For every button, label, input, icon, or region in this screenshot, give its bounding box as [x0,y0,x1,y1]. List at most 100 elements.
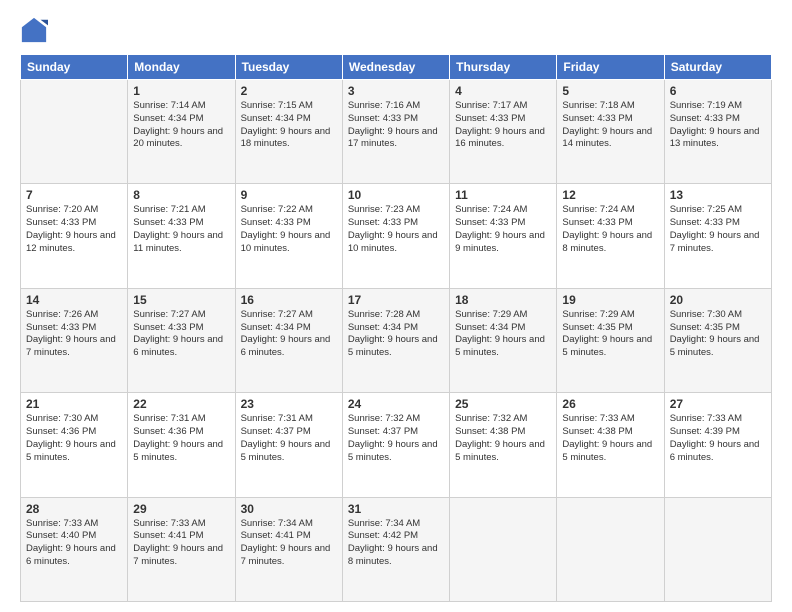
day-info: Sunrise: 7:27 AMSunset: 4:34 PMDaylight:… [241,309,337,360]
day-number: 17 [348,293,444,307]
day-number: 21 [26,397,122,411]
day-info: Sunrise: 7:15 AMSunset: 4:34 PMDaylight:… [241,100,337,151]
day-info: Sunrise: 7:27 AMSunset: 4:33 PMDaylight:… [133,309,229,360]
calendar-cell: 27 Sunrise: 7:33 AMSunset: 4:39 PMDayligh… [664,393,771,497]
day-number: 30 [241,502,337,516]
day-info: Sunrise: 7:23 AMSunset: 4:33 PMDaylight:… [348,204,444,255]
week-row-4: 21 Sunrise: 7:30 AMSunset: 4:36 PMDayligh… [21,393,772,497]
day-number: 9 [241,188,337,202]
calendar-cell: 30 Sunrise: 7:34 AMSunset: 4:41 PMDayligh… [235,497,342,601]
calendar-cell: 24 Sunrise: 7:32 AMSunset: 4:37 PMDayligh… [342,393,449,497]
day-number: 18 [455,293,551,307]
calendar: SundayMondayTuesdayWednesdayThursdayFrid… [20,54,772,602]
day-number: 23 [241,397,337,411]
calendar-cell [450,497,557,601]
day-info: Sunrise: 7:30 AMSunset: 4:36 PMDaylight:… [26,413,122,464]
day-info: Sunrise: 7:24 AMSunset: 4:33 PMDaylight:… [562,204,658,255]
day-info: Sunrise: 7:30 AMSunset: 4:35 PMDaylight:… [670,309,766,360]
day-info: Sunrise: 7:32 AMSunset: 4:37 PMDaylight:… [348,413,444,464]
week-row-1: 1Sunrise: 7:14 AMSunset: 4:34 PMDaylight… [21,80,772,184]
day-number: 26 [562,397,658,411]
week-row-3: 14 Sunrise: 7:26 AMSunset: 4:33 PMDayligh… [21,288,772,392]
day-info: Sunrise: 7:25 AMSunset: 4:33 PMDaylight:… [670,204,766,255]
day-info: Sunrise: 7:21 AMSunset: 4:33 PMDaylight:… [133,204,229,255]
day-number: 31 [348,502,444,516]
day-number: 7 [26,188,122,202]
day-header-sunday: Sunday [21,55,128,80]
day-number: 14 [26,293,122,307]
calendar-cell: 14 Sunrise: 7:26 AMSunset: 4:33 PMDayligh… [21,288,128,392]
calendar-cell: 26 Sunrise: 7:33 AMSunset: 4:38 PMDayligh… [557,393,664,497]
day-number: 3 [348,84,444,98]
day-header-monday: Monday [128,55,235,80]
day-info: Sunrise: 7:33 AMSunset: 4:41 PMDaylight:… [133,518,229,569]
calendar-cell: 29 Sunrise: 7:33 AMSunset: 4:41 PMDayligh… [128,497,235,601]
calendar-cell: 31 Sunrise: 7:34 AMSunset: 4:42 PMDayligh… [342,497,449,601]
calendar-cell: 18Sunrise: 7:29 AMSunset: 4:34 PMDayligh… [450,288,557,392]
day-number: 12 [562,188,658,202]
day-number: 28 [26,502,122,516]
day-number: 15 [133,293,229,307]
calendar-cell: 13 Sunrise: 7:25 AMSunset: 4:33 PMDayligh… [664,184,771,288]
day-number: 5 [562,84,658,98]
calendar-cell: 8 Sunrise: 7:21 AMSunset: 4:33 PMDaylight… [128,184,235,288]
day-number: 10 [348,188,444,202]
day-number: 27 [670,397,766,411]
week-row-5: 28 Sunrise: 7:33 AMSunset: 4:40 PMDayligh… [21,497,772,601]
day-header-tuesday: Tuesday [235,55,342,80]
day-number: 8 [133,188,229,202]
day-number: 19 [562,293,658,307]
calendar-cell: 2 Sunrise: 7:15 AMSunset: 4:34 PMDaylight… [235,80,342,184]
day-info: Sunrise: 7:32 AMSunset: 4:38 PMDaylight:… [455,413,551,464]
day-info: Sunrise: 7:31 AMSunset: 4:37 PMDaylight:… [241,413,337,464]
calendar-cell: 12 Sunrise: 7:24 AMSunset: 4:33 PMDayligh… [557,184,664,288]
calendar-cell: 15 Sunrise: 7:27 AMSunset: 4:33 PMDayligh… [128,288,235,392]
calendar-cell: 17 Sunrise: 7:28 AMSunset: 4:34 PMDayligh… [342,288,449,392]
day-info: Sunrise: 7:18 AMSunset: 4:33 PMDaylight:… [562,100,658,151]
day-number: 2 [241,84,337,98]
day-info: Sunrise: 7:17 AMSunset: 4:33 PMDaylight:… [455,100,551,151]
header [20,16,772,44]
page: SundayMondayTuesdayWednesdayThursdayFrid… [0,0,792,612]
day-number: 25 [455,397,551,411]
calendar-cell [664,497,771,601]
day-info: Sunrise: 7:33 AMSunset: 4:40 PMDaylight:… [26,518,122,569]
day-info: Sunrise: 7:31 AMSunset: 4:36 PMDaylight:… [133,413,229,464]
calendar-cell: 23 Sunrise: 7:31 AMSunset: 4:37 PMDayligh… [235,393,342,497]
calendar-cell: 28 Sunrise: 7:33 AMSunset: 4:40 PMDayligh… [21,497,128,601]
logo [20,16,50,44]
day-info: Sunrise: 7:34 AMSunset: 4:42 PMDaylight:… [348,518,444,569]
day-number: 29 [133,502,229,516]
day-info: Sunrise: 7:33 AMSunset: 4:39 PMDaylight:… [670,413,766,464]
calendar-cell: 7Sunrise: 7:20 AMSunset: 4:33 PMDaylight… [21,184,128,288]
calendar-cell: 10 Sunrise: 7:23 AMSunset: 4:33 PMDayligh… [342,184,449,288]
calendar-header-row: SundayMondayTuesdayWednesdayThursdayFrid… [21,55,772,80]
day-info: Sunrise: 7:33 AMSunset: 4:38 PMDaylight:… [562,413,658,464]
day-info: Sunrise: 7:26 AMSunset: 4:33 PMDaylight:… [26,309,122,360]
day-number: 6 [670,84,766,98]
calendar-cell: 16 Sunrise: 7:27 AMSunset: 4:34 PMDayligh… [235,288,342,392]
calendar-cell: 20 Sunrise: 7:30 AMSunset: 4:35 PMDayligh… [664,288,771,392]
calendar-cell: 11 Sunrise: 7:24 AMSunset: 4:33 PMDayligh… [450,184,557,288]
day-number: 13 [670,188,766,202]
day-info: Sunrise: 7:16 AMSunset: 4:33 PMDaylight:… [348,100,444,151]
calendar-cell: 6Sunrise: 7:19 AMSunset: 4:33 PMDaylight… [664,80,771,184]
day-number: 11 [455,188,551,202]
calendar-cell: 9 Sunrise: 7:22 AMSunset: 4:33 PMDaylight… [235,184,342,288]
day-number: 24 [348,397,444,411]
calendar-cell: 4Sunrise: 7:17 AMSunset: 4:33 PMDaylight… [450,80,557,184]
day-info: Sunrise: 7:34 AMSunset: 4:41 PMDaylight:… [241,518,337,569]
calendar-cell: 5 Sunrise: 7:18 AMSunset: 4:33 PMDaylight… [557,80,664,184]
day-info: Sunrise: 7:14 AMSunset: 4:34 PMDaylight:… [133,100,229,151]
calendar-cell: 1Sunrise: 7:14 AMSunset: 4:34 PMDaylight… [128,80,235,184]
day-number: 20 [670,293,766,307]
calendar-cell: 21 Sunrise: 7:30 AMSunset: 4:36 PMDayligh… [21,393,128,497]
day-number: 16 [241,293,337,307]
logo-icon [20,16,48,44]
day-header-saturday: Saturday [664,55,771,80]
day-info: Sunrise: 7:22 AMSunset: 4:33 PMDaylight:… [241,204,337,255]
day-info: Sunrise: 7:28 AMSunset: 4:34 PMDaylight:… [348,309,444,360]
calendar-cell [557,497,664,601]
day-info: Sunrise: 7:24 AMSunset: 4:33 PMDaylight:… [455,204,551,255]
day-header-friday: Friday [557,55,664,80]
